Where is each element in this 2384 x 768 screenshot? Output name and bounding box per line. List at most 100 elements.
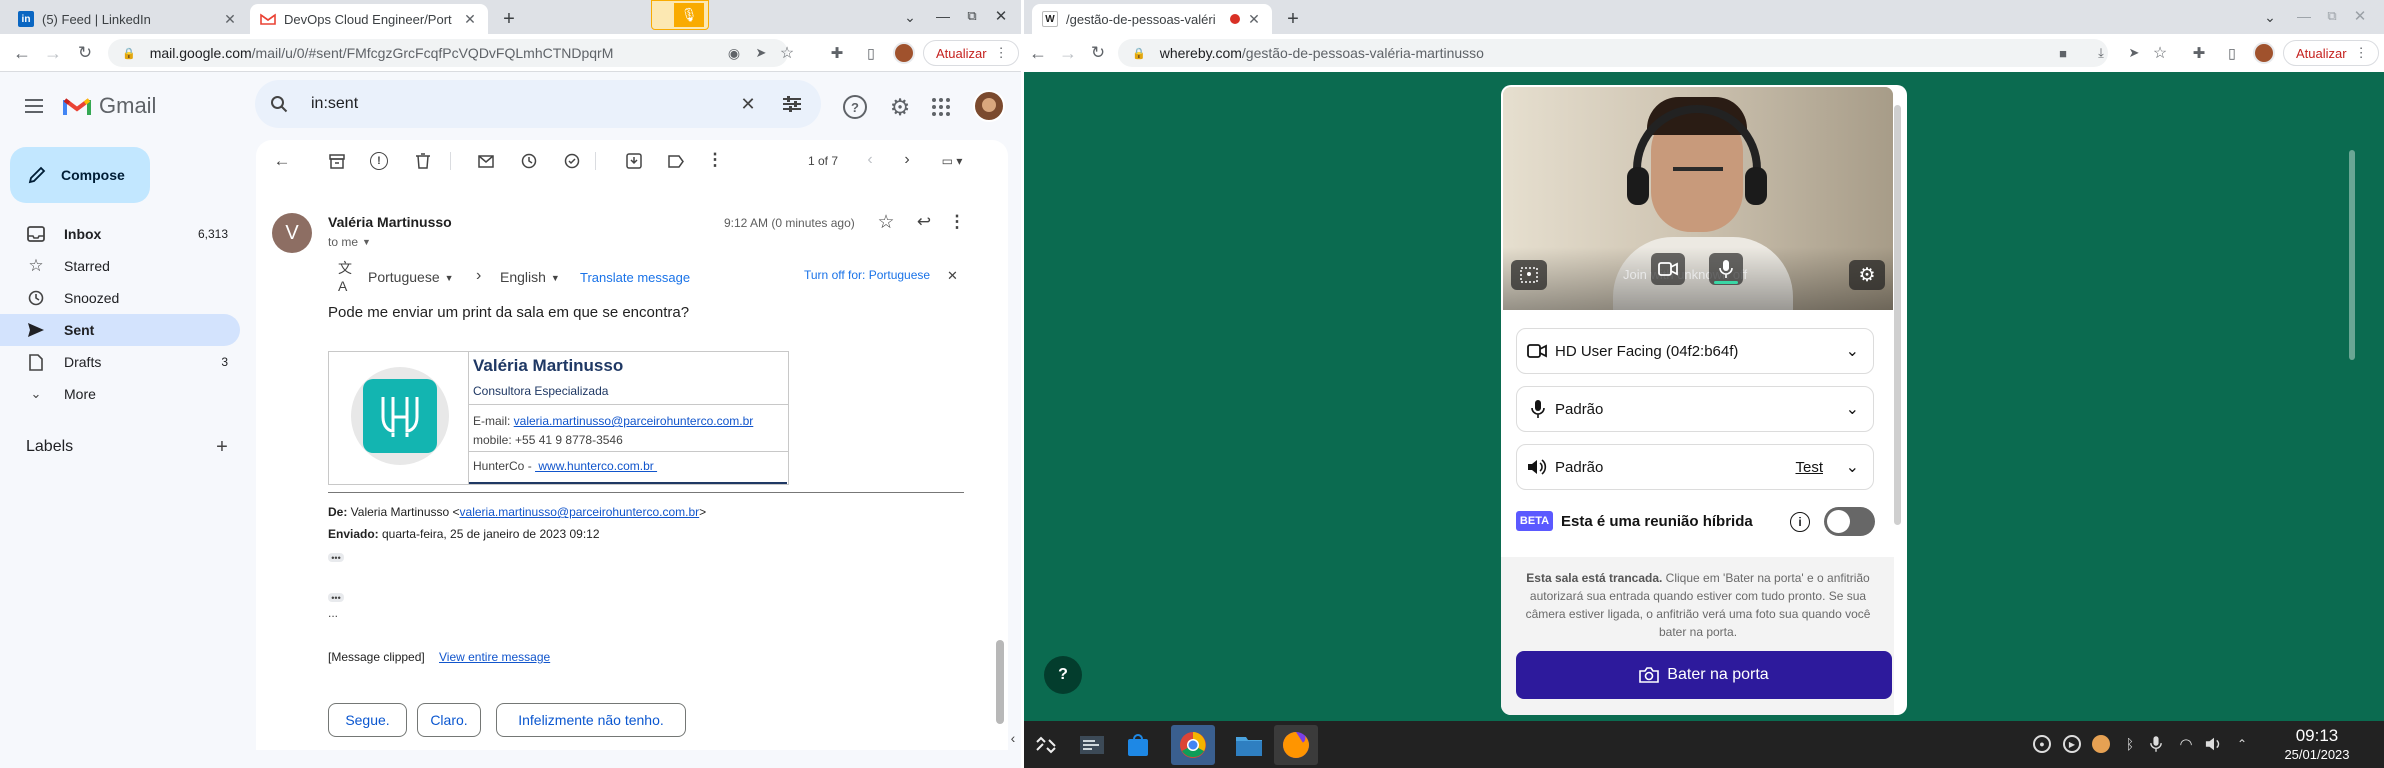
mic-tray-icon[interactable] bbox=[2147, 734, 2165, 754]
message-scrollbar[interactable] bbox=[996, 640, 1004, 724]
forward-icon[interactable]: → bbox=[43, 43, 63, 63]
address-bar[interactable]: 🔒 whereby.com/gestão-de-pessoas-valéria-… bbox=[1118, 39, 2108, 67]
close-icon[interactable]: ✕ bbox=[462, 11, 478, 27]
recording-indicator[interactable]: 🎙 bbox=[651, 0, 709, 30]
side-panel-icon[interactable]: ▯ bbox=[2223, 44, 2241, 62]
microphone-toggle-icon[interactable] bbox=[1709, 253, 1743, 285]
update-button[interactable]: Atualizar ⋮ bbox=[923, 40, 1019, 66]
minimize-icon[interactable]: — bbox=[2294, 6, 2314, 26]
tab-gmail[interactable]: DevOps Cloud Engineer/Port ✕ bbox=[250, 4, 488, 34]
profile-avatar[interactable] bbox=[893, 42, 915, 64]
new-tab-icon[interactable]: + bbox=[498, 8, 520, 30]
view-entire-message-link[interactable]: View entire message bbox=[439, 650, 550, 664]
weather-icon[interactable] bbox=[2092, 735, 2110, 753]
reload-icon[interactable]: ↻ bbox=[75, 43, 95, 63]
search-icon[interactable] bbox=[269, 94, 289, 114]
apps-grid-icon[interactable] bbox=[931, 97, 951, 117]
label-icon[interactable] bbox=[667, 152, 685, 170]
camera-in-use-icon[interactable]: ■ bbox=[2054, 44, 2072, 62]
store-icon[interactable] bbox=[1116, 725, 1160, 765]
show-trimmed-icon[interactable]: ••• bbox=[328, 593, 344, 603]
archive-icon[interactable] bbox=[328, 152, 346, 170]
profile-avatar[interactable] bbox=[2253, 42, 2275, 64]
help-button[interactable]: ? bbox=[1044, 656, 1082, 694]
signature-site-link[interactable]: www.hunterco.com.br bbox=[535, 459, 657, 473]
chrome-icon[interactable] bbox=[1171, 725, 1215, 765]
new-tab-icon[interactable]: + bbox=[1282, 8, 1304, 30]
restore-icon[interactable]: ⧉ bbox=[2322, 6, 2342, 26]
bookmark-star-icon[interactable]: ☆ bbox=[778, 44, 796, 62]
close-icon[interactable]: ✕ bbox=[222, 11, 238, 27]
media-play-icon[interactable]: ▶ bbox=[2063, 735, 2081, 753]
smart-reply-chip[interactable]: Claro. bbox=[417, 703, 481, 737]
message-more-icon[interactable]: ⋮ bbox=[949, 212, 966, 232]
bluetooth-icon[interactable]: ᛒ bbox=[2121, 735, 2139, 753]
extensions-icon[interactable]: ✚ bbox=[2190, 44, 2208, 62]
panel-scrollbar[interactable] bbox=[1894, 105, 1901, 525]
microphone-select[interactable]: Padrão ⌄ bbox=[1516, 386, 1874, 432]
sender-name[interactable]: Valéria Martinusso bbox=[328, 214, 452, 230]
turn-off-translation-link[interactable]: Turn off for: Portuguese bbox=[804, 268, 930, 282]
add-task-icon[interactable] bbox=[563, 152, 581, 170]
restore-icon[interactable]: ⧉ bbox=[962, 6, 982, 26]
file-manager-icon[interactable] bbox=[1227, 725, 1271, 765]
knock-button[interactable]: Bater na porta bbox=[1516, 651, 1892, 699]
gmail-logo[interactable]: Gmail bbox=[63, 93, 156, 119]
sender-avatar[interactable]: V bbox=[272, 213, 312, 253]
share-icon[interactable]: ➤ bbox=[752, 44, 770, 62]
search-options-icon[interactable] bbox=[781, 93, 803, 115]
forward-icon[interactable]: → bbox=[1058, 43, 1078, 63]
reload-icon[interactable]: ↻ bbox=[1088, 43, 1108, 63]
camera-toggle-icon[interactable] bbox=[1651, 253, 1685, 285]
address-bar[interactable]: 🔒 mail.google.com/mail/u/0/#sent/FMfcgzG… bbox=[108, 39, 788, 67]
move-to-icon[interactable] bbox=[625, 152, 643, 170]
star-message-icon[interactable]: ☆ bbox=[876, 212, 896, 233]
add-label-icon[interactable]: + bbox=[212, 436, 232, 458]
info-icon[interactable]: i bbox=[1790, 512, 1810, 532]
side-panel-icon[interactable]: ▯ bbox=[862, 44, 880, 62]
close-window-icon[interactable]: ✕ bbox=[2350, 6, 2370, 26]
older-chevron-icon[interactable]: › bbox=[897, 150, 917, 170]
wifi-icon[interactable]: ◠ bbox=[2176, 734, 2196, 754]
app-launcher-icon[interactable] bbox=[1024, 725, 1068, 765]
update-button[interactable]: Atualizar ⋮ bbox=[2283, 40, 2379, 66]
sidebar-item-snoozed[interactable]: Snoozed bbox=[0, 282, 240, 314]
camera-select[interactable]: HD User Facing (04f2:b64f) ⌄ bbox=[1516, 328, 1874, 374]
settings-gear-icon[interactable]: ⚙ bbox=[1849, 260, 1885, 290]
target-language-select[interactable]: English ▼ bbox=[500, 269, 560, 285]
record-status-icon[interactable]: ● bbox=[2033, 735, 2051, 753]
firefox-icon[interactable] bbox=[1274, 725, 1318, 765]
quoted-from-email[interactable]: valeria.martinusso@parceirohunterco.com.… bbox=[460, 505, 700, 519]
close-icon[interactable]: ✕ bbox=[1246, 11, 1262, 27]
sidebar-item-more[interactable]: ⌄ More bbox=[0, 378, 240, 410]
close-window-icon[interactable]: ✕ bbox=[991, 6, 1011, 26]
test-speaker-button[interactable]: Test bbox=[1795, 459, 1823, 476]
volume-icon[interactable] bbox=[2204, 734, 2224, 754]
settings-gear-icon[interactable]: ⚙ bbox=[887, 94, 913, 120]
translate-message-link[interactable]: Translate message bbox=[580, 270, 690, 285]
eye-icon[interactable]: ◉ bbox=[725, 44, 743, 62]
main-menu-icon[interactable] bbox=[22, 94, 46, 118]
back-icon[interactable]: ← bbox=[1028, 43, 1048, 63]
sidebar-item-starred[interactable]: ☆ Starred bbox=[0, 250, 240, 282]
recipient-line[interactable]: to me ▼ bbox=[328, 235, 371, 249]
more-vert-icon[interactable]: ⋮ bbox=[707, 150, 724, 170]
tab-whereby[interactable]: W /gestão-de-pessoas-valéri ✕ bbox=[1032, 4, 1272, 34]
help-icon[interactable]: ? bbox=[843, 95, 867, 119]
smart-reply-chip[interactable]: Segue. bbox=[328, 703, 407, 737]
back-to-list-icon[interactable]: ← bbox=[272, 151, 292, 171]
share-icon[interactable]: ➤ bbox=[2125, 44, 2143, 62]
mail-search-bar[interactable]: ✕ bbox=[255, 80, 821, 128]
close-translate-icon[interactable]: ✕ bbox=[947, 268, 958, 284]
signature-email-link[interactable]: valeria.martinusso@parceirohunterco.com.… bbox=[514, 414, 754, 428]
bookmark-star-icon[interactable]: ☆ bbox=[2151, 44, 2169, 62]
tray-expand-icon[interactable]: ⌃ bbox=[2234, 734, 2250, 754]
clock-time[interactable]: 09:13 bbox=[2267, 726, 2367, 746]
sidebar-item-inbox[interactable]: Inbox 6,313 bbox=[0, 218, 240, 250]
search-input[interactable] bbox=[311, 92, 711, 116]
page-scrollbar[interactable] bbox=[2349, 150, 2355, 360]
tab-search-icon[interactable]: ⌄ bbox=[902, 9, 918, 25]
tab-search-icon[interactable]: ⌄ bbox=[2262, 9, 2278, 25]
compose-button[interactable]: Compose bbox=[10, 147, 150, 203]
reply-icon[interactable]: ↩ bbox=[914, 212, 934, 232]
